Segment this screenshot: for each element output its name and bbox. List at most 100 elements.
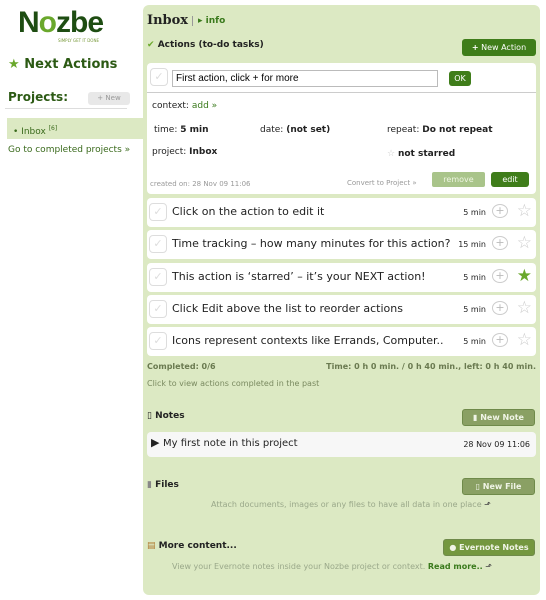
notes-heading: ▯ Notes — [147, 411, 185, 421]
new-file-button[interactable]: ▯ New File — [462, 478, 535, 495]
arrow-up-icon: ⬏ — [485, 562, 492, 571]
add-comment-icon[interactable]: + — [492, 300, 508, 315]
more-content-label: More content... — [158, 541, 237, 551]
action-checkbox[interactable]: ✓ — [149, 267, 167, 286]
info-label: info — [205, 16, 226, 26]
divider — [147, 92, 536, 93]
action-checkbox[interactable]: ✓ — [149, 332, 167, 351]
star-icon: ★ — [8, 57, 20, 72]
sidebar-item-label: Inbox — [21, 127, 46, 137]
new-note-button[interactable]: ▮ New Note — [462, 409, 535, 426]
star-icon[interactable]: ★ — [517, 266, 532, 286]
nozbe-logo[interactable]: Nozbe — [18, 6, 104, 40]
action-title: This action is ‘starred’ – it’s your NEX… — [172, 269, 426, 283]
action-title: Icons represent contexts like Errands, C… — [172, 334, 444, 348]
action-title: Click on the action to edit it — [172, 205, 325, 218]
evernote-notes-button[interactable]: ● Evernote Notes — [443, 539, 535, 556]
time-value[interactable]: 5 min — [180, 125, 208, 135]
completed-projects-link[interactable]: Go to completed projects » — [8, 145, 130, 155]
date-value[interactable]: (not set) — [286, 125, 330, 135]
new-action-label: New Action — [481, 43, 527, 52]
sidebar-item-count: [6] — [48, 125, 58, 132]
remove-button[interactable]: remove — [432, 172, 485, 187]
more-hint-text: View your Evernote notes inside your Noz… — [172, 562, 426, 571]
new-file-label: New File — [482, 482, 522, 491]
expand-icon[interactable]: ▶ — [151, 436, 159, 449]
action-title-input[interactable] — [172, 70, 438, 87]
page-title: Inbox — [147, 13, 189, 28]
new-label: New — [105, 94, 121, 102]
more-content-heading: ▤ More content... — [147, 541, 237, 551]
new-project-button[interactable]: + New — [88, 92, 130, 105]
new-note-label: New Note — [480, 413, 524, 422]
divider — [5, 108, 127, 109]
time-summary: Time: 0 h 0 min. / 0 h 40 min., left: 0 … — [326, 362, 536, 371]
edit-button[interactable]: edit — [491, 172, 529, 187]
notes-heading-label: Notes — [155, 411, 185, 421]
ok-button[interactable]: OK — [449, 71, 471, 86]
sidebar-item-inbox[interactable]: • Inbox [6] — [7, 118, 145, 139]
new-action-button[interactable]: + New Action — [462, 39, 536, 56]
context-label: context: — [152, 101, 189, 111]
add-comment-icon[interactable]: + — [492, 204, 508, 218]
action-checkbox[interactable]: ✓ — [149, 235, 167, 254]
action-title: Time tracking – how many minutes for thi… — [172, 237, 451, 251]
content-icon: ▤ — [147, 541, 156, 551]
logo-text: N — [18, 6, 40, 39]
projects-heading: Projects: — [8, 90, 68, 104]
action-time: 5 min — [463, 272, 486, 282]
star-icon[interactable]: ☆ — [517, 233, 532, 253]
add-comment-icon[interactable]: + — [492, 236, 508, 251]
actions-heading: ✔ Actions (to-do tasks) — [147, 40, 264, 50]
add-context-link[interactable]: add » — [192, 101, 217, 111]
starred-label: not starred — [397, 149, 456, 159]
action-checkbox[interactable]: ✓ — [149, 203, 167, 221]
action-time: 5 min — [463, 337, 486, 347]
action-time: 5 min — [463, 304, 486, 314]
star-icon[interactable]: ☆ — [517, 298, 532, 318]
plus-icon: + — [471, 43, 479, 52]
logo-text: zbe — [56, 6, 104, 39]
paperclip-icon: ▮ — [147, 480, 152, 490]
completed-count: Completed: 0/6 — [147, 362, 216, 371]
read-more-link[interactable]: Read more.. — [428, 562, 483, 571]
star-icon[interactable]: ☆ — [517, 201, 532, 221]
action-item[interactable]: ✓ Icons represent contexts like Errands,… — [147, 327, 536, 357]
note-icon: ▮ — [473, 413, 478, 422]
add-comment-icon[interactable]: + — [492, 268, 508, 283]
star-icon[interactable]: ☆ — [517, 330, 532, 350]
action-item[interactable]: ✓ Time tracking – how many minutes for t… — [147, 230, 536, 260]
convert-to-project-link[interactable]: Convert to Project » — [347, 179, 417, 187]
note-date: 28 Nov 09 11:06 — [463, 440, 530, 449]
check-icon: ✔ — [147, 40, 155, 50]
star-toggle[interactable]: ☆ not starred — [387, 149, 455, 159]
next-actions-link[interactable]: ★ Next Actions — [8, 57, 117, 72]
action-item[interactable]: ✓ Click Edit above the list to reorder a… — [147, 294, 536, 324]
action-item[interactable]: ✓ Click on the action to edit it 5 min +… — [147, 198, 536, 227]
repeat-label: repeat: — [387, 125, 420, 135]
action-checkbox[interactable]: ✓ — [149, 299, 167, 318]
action-title: Click Edit above the list to reorder act… — [172, 301, 403, 315]
project-label: project: — [152, 147, 187, 157]
more-content-hint: View your Evernote notes inside your Noz… — [172, 562, 492, 571]
action-time: 5 min — [463, 208, 486, 217]
files-heading: ▮ Files — [147, 480, 179, 490]
star-icon: ☆ — [387, 149, 396, 159]
view-completed-link[interactable]: Click to view actions completed in the p… — [147, 379, 319, 388]
action-item[interactable]: ✓ This action is ‘starred’ – it’s your N… — [147, 262, 536, 292]
action-time: 15 min — [458, 240, 486, 250]
date-label: date: — [260, 125, 284, 135]
arrow-up-icon: ⬏ — [484, 500, 491, 509]
note-item[interactable]: ▶ My first note in this project 28 Nov 0… — [147, 432, 536, 457]
created-date: created on: 28 Nov 09 11:06 — [150, 180, 251, 188]
action-checkbox[interactable]: ✓ — [150, 68, 168, 86]
info-link[interactable]: ▸ info — [192, 16, 225, 26]
evernote-label: Evernote Notes — [459, 543, 529, 552]
logo-tagline: SIMPLY GET IT DONE — [58, 38, 99, 43]
repeat-value[interactable]: Do not repeat — [422, 125, 492, 135]
files-hint: Attach documents, images or any files to… — [211, 500, 491, 509]
next-actions-label: Next Actions — [24, 57, 118, 72]
add-comment-icon[interactable]: + — [492, 333, 508, 348]
project-value[interactable]: Inbox — [189, 147, 217, 157]
paperclip-icon: ▯ — [475, 482, 480, 491]
